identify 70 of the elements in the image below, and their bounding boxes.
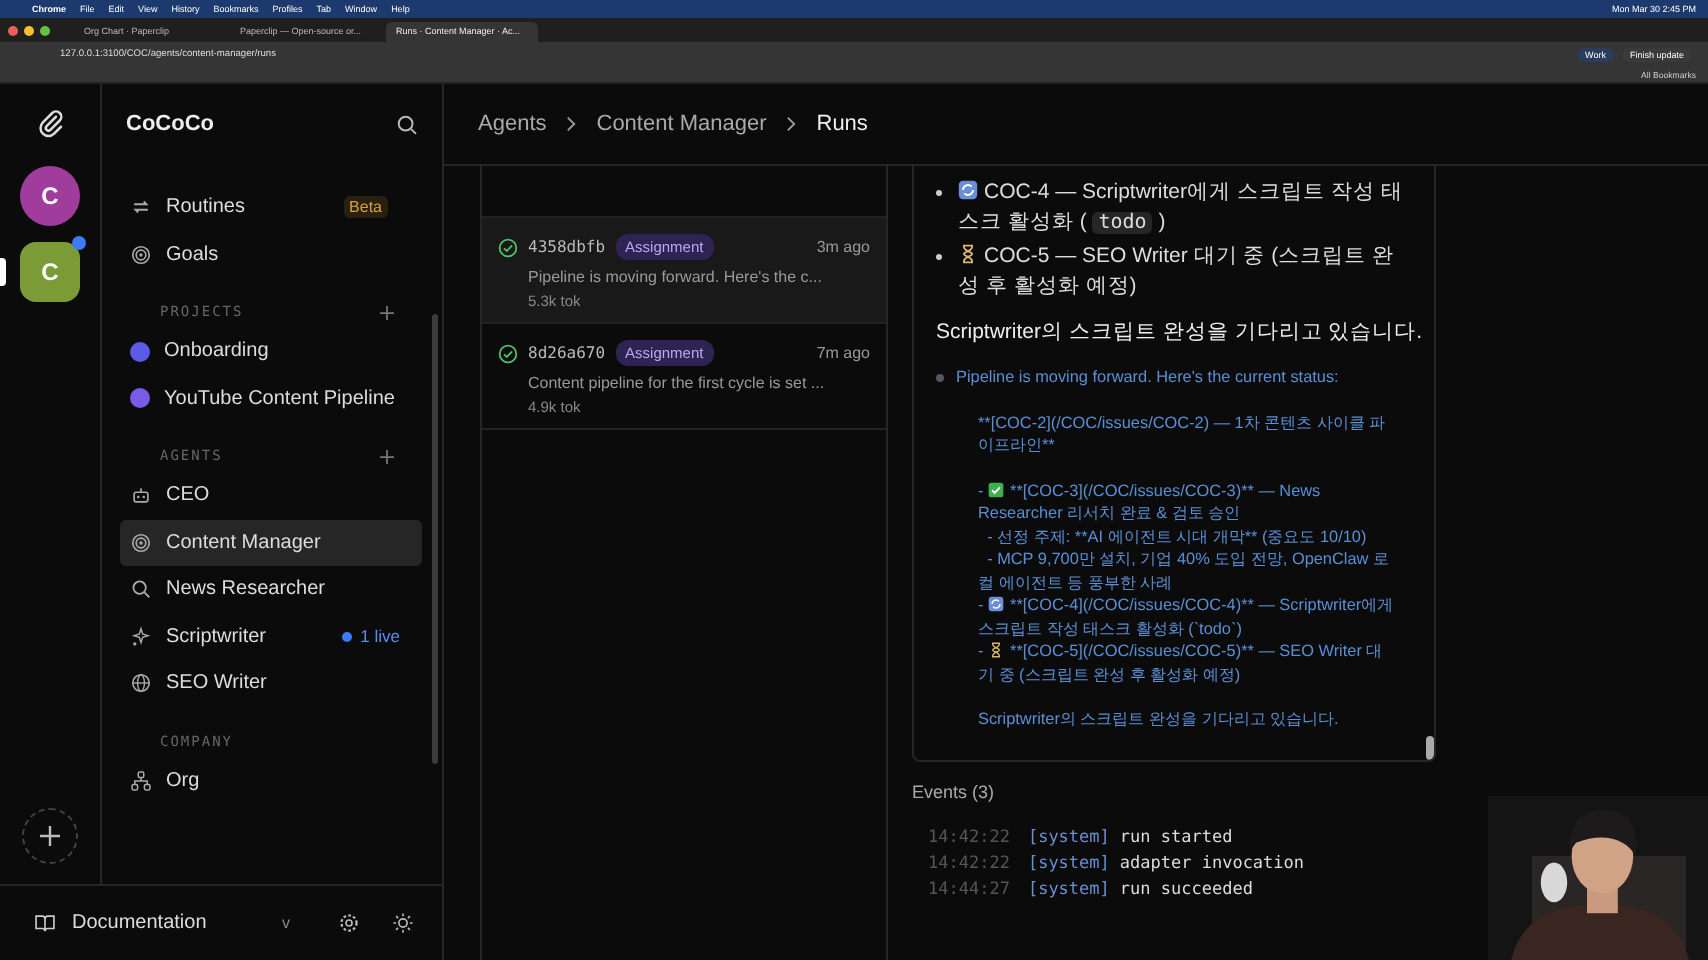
chevron-icon [786,116,797,132]
scrollbar[interactable] [1426,736,1434,760]
agent-item[interactable]: SEO Writer [120,660,422,707]
add-icon[interactable] [380,449,394,463]
run-id: 4358dbfb [528,238,606,256]
agent-item[interactable]: CEO [120,472,422,519]
success-icon [498,343,518,363]
event-message: run succeeded [1119,878,1253,904]
log-line: - 선정 주제: **AI 에이전트 시대 개막** (중요도 10/10) [985,525,1369,548]
beta-badge: Beta [343,196,388,219]
run-summary: Content pipeline for the first cycle is set ... [528,374,827,392]
hourglass-icon [958,244,978,264]
event-message: adapter invocation [1119,852,1305,878]
event-time: 14:42:22 [928,852,1010,878]
company-avatar[interactable]: C [20,166,80,226]
sparkle-icon [130,625,152,648]
settings-icon[interactable] [338,912,360,934]
run-time: 7m ago [816,344,870,362]
breadcrumb-link[interactable]: Agents [478,112,547,136]
project-item[interactable]: YouTube Content Pipeline [120,375,422,422]
section-title: Events (3) [912,782,997,802]
sun-icon[interactable] [392,912,414,934]
log-line: - **[COC-3](/COC/issues/COC-3)** — News Researcher 리서치 완료 & 검토 승인 [976,479,1323,525]
event-time: 14:42:22 [928,826,1010,852]
status-bullet: COC-4 — Scriptwriter에게 스크립트 작성 태스크 활성화 ( todo ) [958,178,1405,238]
paperclip-icon[interactable] [35,108,65,138]
target-icon [130,243,152,266]
event-message: run started [1119,826,1233,852]
project-item[interactable]: Onboarding [120,328,422,375]
log-line: - **[COC-4](/COC/issues/COC-4)** — Scriptwriter에게 스크립트 작성 태스크 활성화 (`todo`) [976,594,1396,640]
agent-item[interactable]: Content Manager [120,519,422,566]
target-icon [130,531,152,554]
status-bullet: COC-5 — SEO Writer 대기 중 (스크립트 완성 후 활성화 예정) [958,242,1397,302]
success-icon [498,237,518,257]
event-source: [system] [1027,878,1110,904]
repeat-icon [130,196,152,219]
add-icon[interactable] [380,305,394,319]
run-time: 3m ago [816,238,870,256]
chevron-icon [566,116,577,132]
version-label: v [282,914,290,932]
add-button[interactable] [22,808,78,864]
log-line: Pipeline is moving forward. Here's the current status: [956,366,1339,389]
window-controls-icon[interactable] [8,25,50,35]
agent-item[interactable]: News Researcher [120,566,422,613]
log-line: **[COC-2](/COC/issues/COC-2) — 1차 콘텐츠 사이클 파이프라인** [976,411,1388,457]
event-source: [system] [1027,826,1110,852]
run-id: 8d26a670 [528,344,606,362]
log-line: - MCP 9,700만 설치, 기업 40% 도입 전망, OpenClaw 로컬 에이전트 등 풍부한 사례 [976,548,1391,594]
search-icon[interactable] [396,113,418,135]
log-line: Scriptwriter의 스크립트 완성을 기다리고 있습니다. [976,708,1341,731]
company-name: CoCoCo [126,112,216,136]
refresh-icon [958,180,978,200]
org-chart-icon [130,769,152,792]
search-icon [130,578,152,601]
sidebar-item[interactable]: Routines Beta [120,184,422,231]
sidebar-item[interactable]: Org [120,757,422,804]
plus-icon [38,824,62,848]
globe-icon [130,672,152,695]
robot-icon [130,484,152,507]
live-status: 1 live [342,626,400,647]
event-source: [system] [1027,852,1110,878]
scrollbar[interactable] [432,314,438,764]
run-summary: Pipeline is moving forward. Here's the c... [528,268,824,286]
breadcrumb-link[interactable]: Content Manager [596,112,767,136]
sidebar-item[interactable]: Goals [120,231,422,278]
event-time: 14:44:27 [928,878,1010,904]
agent-item[interactable]: Scriptwriter 1 live [120,613,422,660]
book-icon [34,912,56,934]
log-line: - **[COC-5](/COC/issues/COC-5)** — SEO Writer 대기 중 (스크립트 완성 후 활성화 예정) [976,640,1385,686]
documentation-link[interactable]: Documentation [72,912,207,934]
